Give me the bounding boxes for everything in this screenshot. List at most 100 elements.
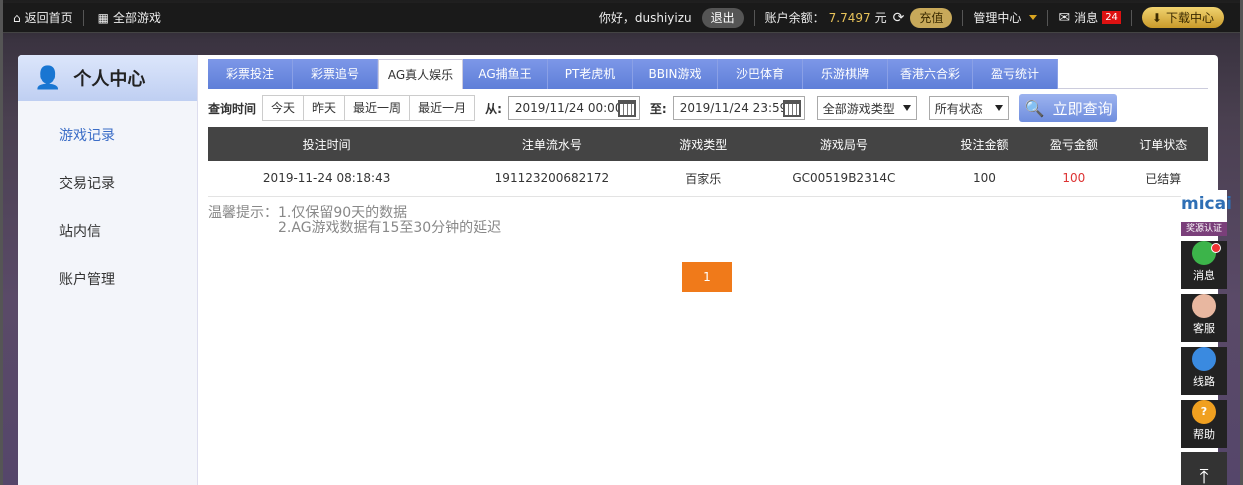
calendar-icon[interactable] (782, 100, 801, 117)
table-row: 2019-11-24 08:18:43 191123200682172 百家乐 … (208, 161, 1208, 197)
col-game-type: 游戏类型 (658, 127, 748, 161)
search-icon: 🔍 (1024, 98, 1045, 118)
mail-icon: ✉ (1058, 9, 1071, 26)
sidebar-item-transactions[interactable]: 交易记录 (18, 163, 197, 211)
float-messages[interactable]: 消息 (1181, 241, 1227, 289)
tips-label: 温馨提示： (208, 204, 278, 221)
tab-ag-live[interactable]: AG真人娱乐 (378, 59, 463, 89)
tab-bar: 彩票投注 彩票追号 AG真人娱乐 AG捕鱼王 PT老虎机 BBIN游戏 沙巴体育… (208, 59, 1208, 89)
all-games-link[interactable]: ▦ 全部游戏 (84, 3, 171, 33)
grid-icon: ▦ (97, 10, 109, 25)
messages-link[interactable]: ✉ 消息 24 (1048, 3, 1130, 33)
search-button[interactable]: 🔍 立即查询 (1018, 94, 1117, 122)
to-label: 至: (649, 101, 667, 116)
greeting: 你好，dushiyizu 退出 (589, 3, 754, 33)
page-button[interactable]: 1 (682, 262, 732, 292)
query-bar: 查询时间 今天 昨天 最近一周 最近一月 从: 2019/11/24 00:00… (208, 90, 1208, 126)
tips: 温馨提示： 1.仅保留90天的数据 2.AG游戏数据有15至30分钟的延迟 (208, 204, 1208, 236)
game-type-value: 全部游戏类型 (822, 101, 895, 116)
speedometer-icon (1192, 347, 1216, 371)
notification-dot (1211, 243, 1221, 253)
all-games-label: 全部游戏 (112, 11, 161, 25)
sidebar: 👤 个人中心 游戏记录 交易记录 站内信 账户管理 (18, 55, 198, 485)
balance: 账户余额： 7.7497 元 ⟳ 充值 (755, 3, 963, 33)
float-label: 客服 (1193, 322, 1215, 335)
home-link[interactable]: ⌂ 返回首页 (3, 3, 83, 33)
table-header-row: 投注时间 注单流水号 游戏类型 游戏局号 投注金额 盈亏金额 订单状态 (208, 127, 1208, 161)
greeting-text: 你好，dushiyizu (598, 11, 692, 25)
balance-label: 账户余额： (764, 11, 825, 25)
float-help[interactable]: ? 帮助 (1181, 400, 1227, 448)
home-icon: ⌂ (13, 10, 21, 25)
refresh-icon[interactable]: ⟳ (893, 10, 905, 26)
tab-pt-slots[interactable]: PT老虎机 (548, 59, 633, 89)
sidebar-header: 👤 个人中心 (18, 55, 197, 101)
search-label: 立即查询 (1052, 99, 1113, 118)
tip-line: 1.仅保留90天的数据 (278, 204, 408, 221)
manage-label: 管理中心 (973, 11, 1022, 25)
to-date-value: 2019/11/24 23:59 (679, 101, 788, 115)
tips-list: 1.仅保留90天的数据 2.AG游戏数据有15至30分钟的延迟 (278, 204, 501, 236)
records-table: 投注时间 注单流水号 游戏类型 游戏局号 投注金额 盈亏金额 订单状态 2019… (208, 127, 1208, 197)
col-round: 游戏局号 (747, 127, 940, 161)
back-to-top-button[interactable]: ⤒ (1181, 452, 1227, 485)
sidebar-title: 个人中心 (73, 69, 146, 90)
help-icon: ? (1192, 400, 1216, 424)
float-label: 线路 (1193, 375, 1215, 388)
game-type-select[interactable]: 全部游戏类型 (816, 96, 917, 120)
to-date-input[interactable]: 2019/11/24 23:59 (672, 96, 805, 120)
float-support[interactable]: 客服 (1181, 294, 1227, 342)
tab-hk-mark-six[interactable]: 香港六合彩 (888, 59, 973, 89)
balance-value: 7.7497 (828, 10, 871, 25)
col-bet-amount: 投注金额 (939, 127, 1030, 161)
app-window: ⌂ 返回首页 ▦ 全部游戏 你好，dushiyizu 退出 账户余额： 7.74… (0, 0, 1243, 485)
from-date-value: 2019/11/24 00:00 (514, 101, 623, 115)
messages-label: 消息 (1074, 11, 1099, 25)
download-icon: ⬇ (1151, 10, 1162, 25)
download-area: ⬇ 下载中心 (1132, 3, 1240, 33)
top-bar: ⌂ 返回首页 ▦ 全部游戏 你好，dushiyizu 退出 账户余额： 7.74… (3, 3, 1240, 33)
float-routes[interactable]: 线路 (1181, 347, 1227, 395)
download-button[interactable]: ⬇ 下载中心 (1141, 7, 1224, 28)
sidebar-item-inbox[interactable]: 站内信 (18, 211, 197, 259)
caret-down-icon (902, 105, 911, 111)
sidebar-list: 游戏记录 交易记录 站内信 账户管理 (18, 101, 197, 307)
float-label: 帮助 (1193, 428, 1215, 441)
tab-profit-stats[interactable]: 盈亏统计 (973, 59, 1058, 89)
sidebar-item-account[interactable]: 账户管理 (18, 259, 197, 307)
tab-lottery-chase[interactable]: 彩票追号 (293, 59, 378, 89)
calendar-icon[interactable] (617, 100, 636, 117)
recharge-button[interactable]: 充值 (910, 7, 953, 28)
float-label: 消息 (1193, 269, 1215, 282)
user-icon: 👤 (34, 65, 62, 91)
cell-bet-time: 2019-11-24 08:18:43 (208, 161, 446, 197)
manage-menu[interactable]: 管理中心 (963, 3, 1047, 33)
main-area: 彩票投注 彩票追号 AG真人娱乐 AG捕鱼王 PT老虎机 BBIN游戏 沙巴体育… (208, 59, 1208, 292)
tab-lottery-bet[interactable]: 彩票投注 (208, 59, 293, 89)
cert-tag: 奖源认证 (1181, 222, 1227, 236)
col-bet-time: 投注时间 (208, 127, 446, 161)
download-label: 下载中心 (1165, 11, 1214, 25)
tab-ag-fishing[interactable]: AG捕鱼王 (463, 59, 548, 89)
tab-saba-sports[interactable]: 沙巴体育 (718, 59, 803, 89)
range-buttons: 今天 昨天 最近一周 最近一月 (262, 95, 476, 121)
balance-unit: 元 (874, 11, 887, 25)
message-count-badge: 24 (1102, 11, 1121, 24)
range-yesterday-button[interactable]: 昨天 (304, 96, 346, 120)
tab-bbin[interactable]: BBIN游戏 (633, 59, 718, 89)
caret-down-icon (994, 105, 1003, 111)
status-value: 所有状态 (934, 101, 983, 116)
range-today-button[interactable]: 今天 (263, 96, 305, 120)
range-week-button[interactable]: 最近一周 (345, 96, 411, 120)
tab-leyou-chess[interactable]: 乐游棋牌 (803, 59, 888, 89)
from-date-input[interactable]: 2019/11/24 00:00 (507, 96, 640, 120)
logout-button[interactable]: 退出 (701, 7, 744, 28)
chevron-down-icon (1029, 15, 1038, 20)
sidebar-item-game-records[interactable]: 游戏记录 (18, 115, 197, 163)
content-panel: 👤 个人中心 游戏记录 交易记录 站内信 账户管理 彩票投注 彩票追号 AG真人… (18, 55, 1218, 485)
status-select[interactable]: 所有状态 (928, 96, 1009, 120)
cell-profit: 100 (1029, 161, 1119, 197)
query-label: 查询时间 (208, 101, 257, 116)
arrow-up-icon: ⤒ (1199, 464, 1209, 485)
range-month-button[interactable]: 最近一月 (410, 96, 474, 120)
